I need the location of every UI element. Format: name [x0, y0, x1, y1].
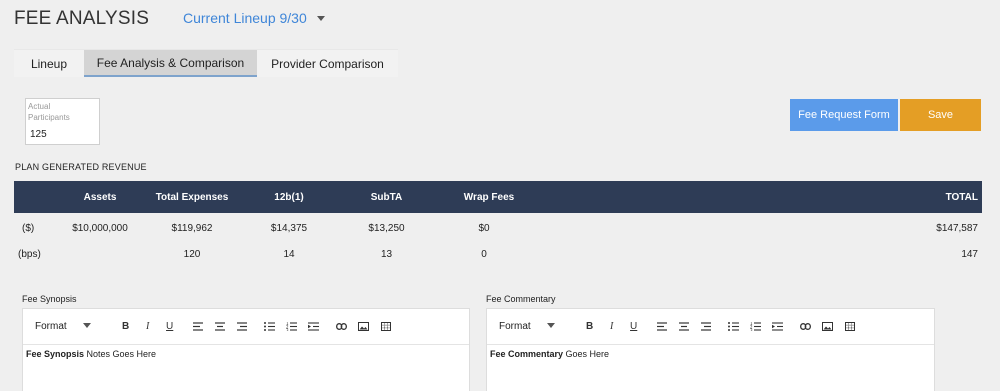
fee-commentary-content[interactable]: Fee Commentary Goes Here: [487, 345, 934, 391]
participants-field[interactable]: Actual Participants 125: [25, 98, 100, 145]
fee-commentary-editor: Format B I U 123 Fee Commentary Goes Her…: [486, 308, 935, 391]
cell-total-expenses: $119,962: [171, 222, 213, 234]
cell-12b1: 14: [283, 248, 295, 260]
chevron-down-icon: [316, 16, 325, 21]
col-header-total-expenses: Total Expenses: [155, 191, 229, 203]
bold-icon[interactable]: B: [115, 317, 137, 337]
fee-synopsis-block: Fee Synopsis Format B I U 123 Fee Synops…: [22, 294, 470, 391]
content-bold-text: Fee Synopsis: [26, 349, 85, 359]
italic-icon[interactable]: I: [601, 317, 623, 337]
row-label: (bps): [18, 248, 41, 260]
tab-provider-comparison[interactable]: Provider Comparison: [257, 50, 398, 77]
col-header-12b1: 12b(1): [274, 191, 304, 203]
bullet-list-icon[interactable]: [259, 317, 281, 337]
format-label: Format: [499, 321, 531, 332]
format-dropdown[interactable]: Format: [499, 321, 555, 332]
align-right-icon[interactable]: [231, 317, 253, 337]
format-dropdown[interactable]: Format: [35, 321, 91, 332]
numbered-list-icon[interactable]: 123: [745, 317, 767, 337]
participants-label: Actual Participants: [28, 102, 70, 122]
lineup-dropdown[interactable]: Current Lineup 9/30: [183, 10, 325, 26]
format-label: Format: [35, 321, 67, 332]
fee-synopsis-editor: Format B I U 123 Fee Synopsis Notes Goes…: [22, 308, 470, 391]
align-center-icon[interactable]: [209, 317, 231, 337]
align-left-icon[interactable]: [651, 317, 673, 337]
cell-assets: [62, 241, 138, 267]
tab-lineup[interactable]: Lineup: [14, 50, 84, 77]
align-right-icon[interactable]: [695, 317, 717, 337]
cell-assets: $10,000,000: [72, 222, 128, 234]
cell-12b1: $14,375: [270, 222, 308, 234]
col-header-assets: Assets: [83, 191, 117, 203]
bold-icon[interactable]: B: [579, 317, 601, 337]
indent-icon[interactable]: [767, 317, 789, 337]
cell-wrap-fees: 0: [481, 248, 487, 260]
content-text: Notes Goes Here: [84, 349, 157, 359]
section-label-plan-revenue: PLAN GENERATED REVENUE: [15, 162, 147, 172]
numbered-list-icon[interactable]: 123: [281, 317, 303, 337]
image-icon[interactable]: [353, 317, 375, 337]
content-bold-text: Fee Commentary: [490, 349, 564, 359]
table-row: (bps) 120 14 13 0 147: [14, 241, 982, 267]
table-row: ($) $10,000,000 $119,962 $14,375 $13,250…: [14, 215, 982, 241]
align-center-icon[interactable]: [673, 317, 695, 337]
fee-commentary-block: Fee Commentary Format B I U 123 Fee Comm…: [486, 294, 935, 391]
tab-bar: Lineup Fee Analysis & Comparison Provide…: [14, 49, 398, 77]
lineup-dropdown-label: Current Lineup 9/30: [183, 10, 307, 26]
underline-icon[interactable]: U: [623, 317, 645, 337]
chevron-down-icon: [546, 323, 555, 328]
fee-request-form-button[interactable]: Fee Request Form: [790, 99, 898, 131]
underline-icon[interactable]: U: [159, 317, 181, 337]
save-button[interactable]: Save: [900, 99, 981, 131]
image-icon[interactable]: [817, 317, 839, 337]
col-header-wrap-fees: Wrap Fees: [463, 191, 515, 203]
page-title: FEE ANALYSIS: [14, 8, 150, 29]
italic-icon[interactable]: I: [137, 317, 159, 337]
link-icon[interactable]: [795, 317, 817, 337]
chevron-down-icon: [82, 323, 91, 328]
content-text: Goes Here: [563, 349, 610, 359]
tab-fee-analysis-comparison[interactable]: Fee Analysis & Comparison: [84, 50, 257, 77]
cell-subta: 13: [380, 248, 393, 260]
editor-toolbar: Format B I U 123: [23, 309, 469, 345]
table-icon[interactable]: [375, 317, 397, 337]
link-icon[interactable]: [331, 317, 353, 337]
row-label: ($): [22, 222, 35, 234]
col-header-subta: SubTA: [370, 191, 403, 203]
align-left-icon[interactable]: [187, 317, 209, 337]
cell-total: $147,587: [936, 222, 978, 234]
fee-synopsis-title: Fee Synopsis: [22, 294, 77, 304]
cell-wrap-fees: $0: [478, 222, 490, 234]
fee-synopsis-content[interactable]: Fee Synopsis Notes Goes Here: [23, 345, 469, 391]
editor-toolbar: Format B I U 123: [487, 309, 934, 345]
svg-text:3: 3: [286, 328, 289, 331]
indent-icon[interactable]: [303, 317, 325, 337]
revenue-table: Assets Total Expenses 12b(1) SubTA Wrap …: [14, 181, 982, 267]
bullet-list-icon[interactable]: [723, 317, 745, 337]
cell-total: 147: [961, 248, 978, 260]
cell-total-expenses: 120: [183, 248, 201, 260]
table-header: Assets Total Expenses 12b(1) SubTA Wrap …: [14, 181, 982, 213]
col-header-total: TOTAL: [945, 191, 978, 203]
participants-value: 125: [30, 129, 47, 140]
fee-commentary-title: Fee Commentary: [486, 294, 556, 304]
svg-text:3: 3: [750, 328, 753, 331]
table-icon[interactable]: [839, 317, 861, 337]
cell-subta: $13,250: [368, 222, 405, 234]
